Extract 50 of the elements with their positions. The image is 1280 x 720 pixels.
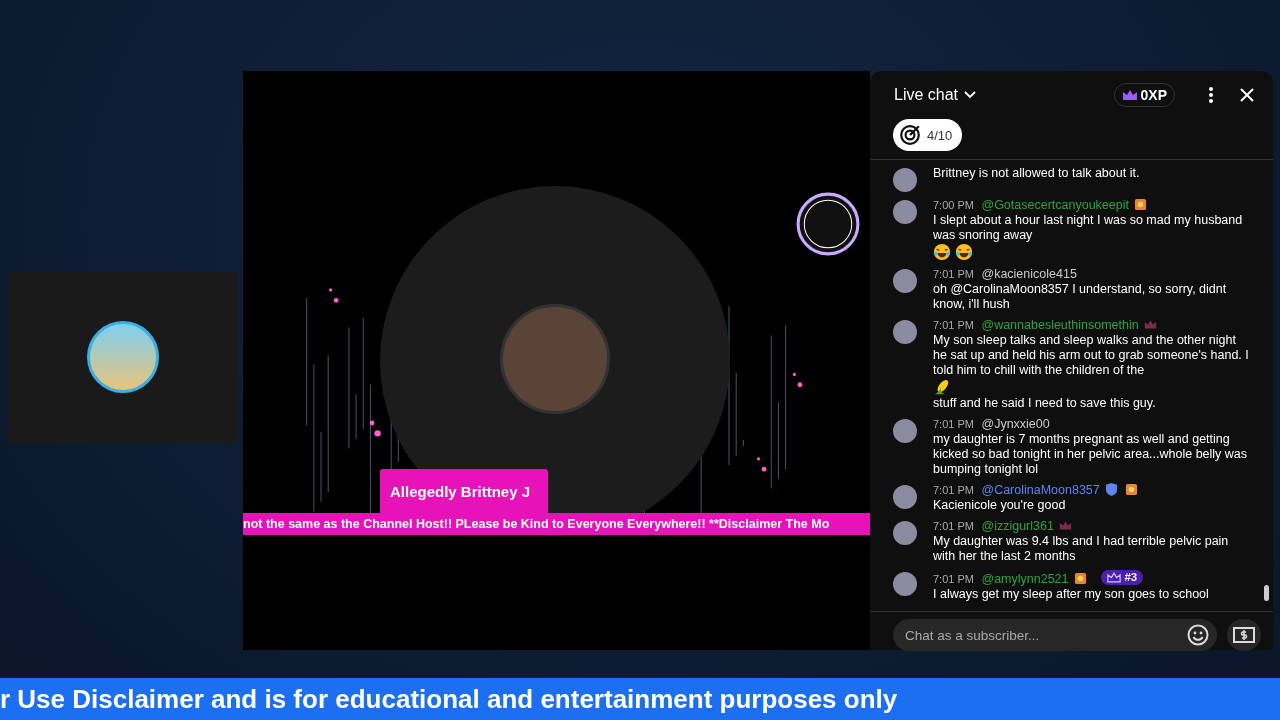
chat-mode-dropdown[interactable]: Live chat [894,86,977,104]
super-chat-button[interactable] [1227,619,1261,651]
crown-icon [1121,89,1138,101]
chevron-down-icon [964,91,977,99]
target-icon [899,124,921,146]
chat-input-field[interactable]: Chat as a subscriber... [893,619,1217,651]
author-name[interactable]: @izzigurl361 [981,519,1054,533]
user-avatar [893,269,917,293]
author-name[interactable]: @amylynn2521 [981,572,1069,586]
timestamp: 7:00 PM [933,199,974,211]
rank-number: #3 [1124,570,1138,585]
laughing-face-icon [955,243,973,261]
author-name[interactable]: @Jynxxie00 [981,417,1050,431]
goal-pill[interactable]: 4/10 [893,119,963,151]
author-name[interactable]: @CarolinaMoon8357 [981,483,1100,497]
user-avatar [893,521,917,545]
name-tag: Allegedly Brittney J [380,469,548,513]
crown-icon [1107,572,1122,583]
message-text: My son sleep talks and sleep walks and the other night he sat up and held his arm out to grab someone's hand. I told him to chill with the children of the [933,333,1249,378]
laughing-face-icon [933,243,951,261]
message-text: stuff and he said I need to save this guy. [933,396,1157,411]
message-text: Brittney is not allowed to talk about it. [933,166,1141,181]
timestamp: 7:01 PM [933,418,974,430]
message-text: Kacienicole you're good [933,498,1067,513]
user-avatar [893,419,917,443]
dollar-bill-icon [1233,627,1255,643]
message-text: I slept about a hour last night I was so mad my husband was snoring away [933,213,1244,243]
scrollbar[interactable] [1264,585,1269,601]
timestamp: 7:01 PM [933,319,974,331]
timestamp: 7:01 PM [933,573,974,585]
message-text: my daughter is 7 months pregnant as well and getting kicked so bad tonight in her pelvic area...whole belly was bumping tonight lol [933,432,1249,477]
message-text: I always get my sleep after my son goes to school [933,587,1210,602]
smiley-icon[interactable] [1187,624,1209,646]
author-name[interactable]: @kacienicole415 [981,267,1077,281]
author-name[interactable]: @wannabesleuthinsomethin [981,318,1139,332]
timestamp: 7:01 PM [933,268,974,280]
message-text: My daughter was 9.4 lbs and I had terrible pelvic pain with her the last 2 months [933,534,1230,564]
ring-logo-icon [795,191,861,257]
disclaimer-banner: r Use Disclaimer and is for educational and entertainment purposes only [0,678,1280,720]
ticker-text: not the same as the Channel Host!! PLease be Kind to Everyone Everywhere!! **Disclaimer The Mo [243,513,870,535]
timestamp: 7:01 PM [933,484,974,496]
user-avatar [893,168,917,192]
user-avatar [893,200,917,224]
corn-icon [933,378,951,396]
author-name[interactable]: @Gotasecertcanyoukeepit [981,198,1129,212]
user-avatar [893,572,917,596]
user-avatar [893,320,917,344]
message-text: oh @CarolinaMoon8357 I understand, so sorry, didnt know, i'll hush [933,282,1228,312]
timestamp: 7:01 PM [933,520,974,532]
user-avatar [893,485,917,509]
